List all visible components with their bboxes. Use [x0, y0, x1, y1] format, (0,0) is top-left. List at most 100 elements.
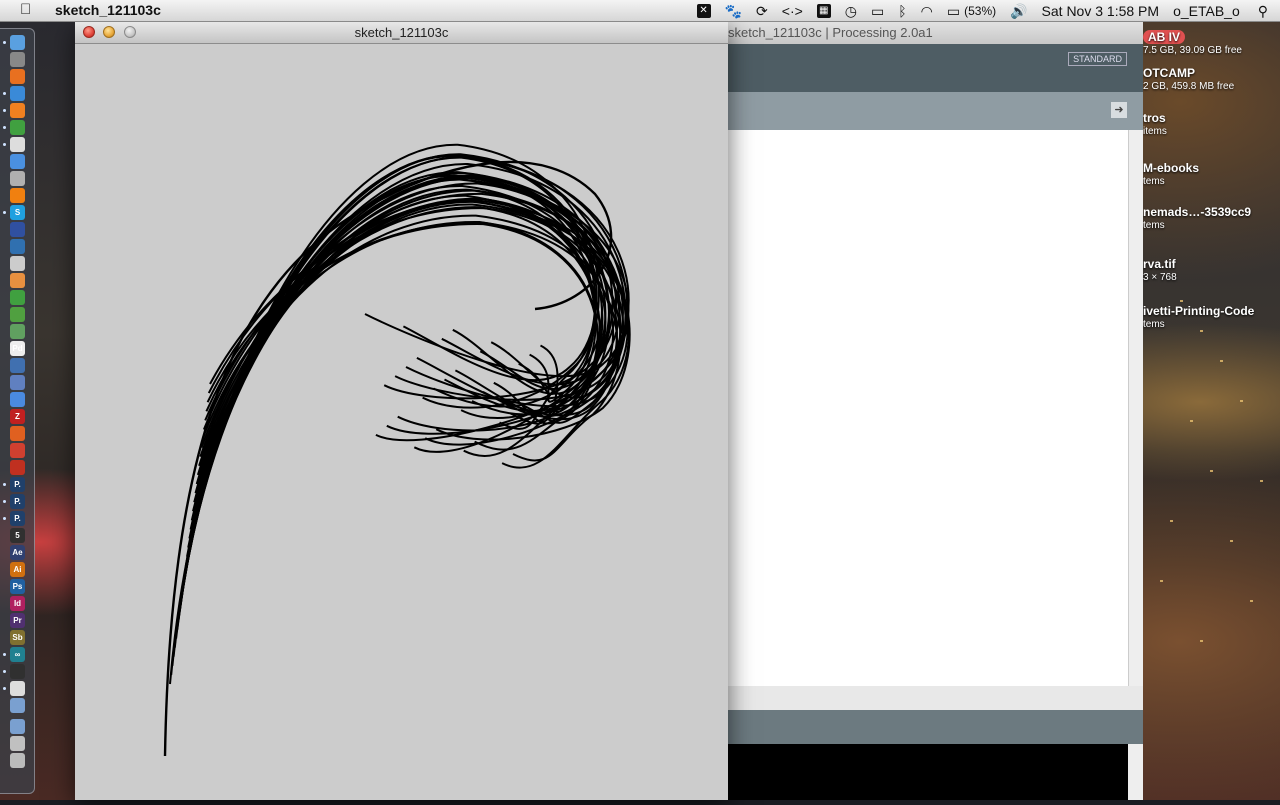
spotlight-icon[interactable]: ⚲: [1258, 3, 1268, 20]
building-light: [1220, 360, 1223, 362]
burn-icon[interactable]: [10, 273, 25, 288]
pages-icon[interactable]: [10, 103, 25, 118]
console-area[interactable]: [728, 744, 1128, 800]
system-prefs-icon[interactable]: [10, 52, 25, 67]
five-icon[interactable]: 5: [10, 528, 25, 543]
wifi-icon[interactable]: ◠: [921, 3, 933, 20]
curve-stroke: [188, 199, 607, 539]
desktop-item[interactable]: rva.tif 3 × 768: [1143, 257, 1177, 283]
desktop-item-info: items: [1143, 126, 1167, 137]
acrobat-icon[interactable]: [10, 460, 25, 475]
arduino-icon[interactable]: ∞: [10, 647, 25, 662]
building-light: [1190, 420, 1193, 422]
battery-percent: (53%): [964, 4, 997, 18]
clock[interactable]: Sat Nov 3 1:58 PM: [1042, 3, 1160, 19]
finder-icon[interactable]: [10, 35, 25, 50]
sync-icon[interactable]: ⟳: [756, 3, 768, 20]
processing-icon-2[interactable]: P.: [10, 494, 25, 509]
documents-folder-icon[interactable]: [10, 719, 25, 734]
desktop-item[interactable]: OTCAMP 2 GB, 459.8 MB free: [1143, 66, 1234, 92]
filezilla-icon[interactable]: Z: [10, 409, 25, 424]
building-light: [1170, 520, 1173, 522]
itunes-icon[interactable]: [10, 154, 25, 169]
bluetooth-icon[interactable]: ᛒ: [898, 3, 906, 19]
editor-scrollbar[interactable]: [1128, 130, 1143, 686]
preview-icon[interactable]: [10, 375, 25, 390]
skype-icon[interactable]: S: [10, 205, 25, 220]
pd-icon[interactable]: Pd: [10, 341, 25, 356]
desktop-item-info: tems: [1143, 220, 1165, 231]
running-indicator: [3, 211, 6, 214]
desktop-item[interactable]: tros items: [1143, 111, 1167, 137]
activity-icon[interactable]: [10, 324, 25, 339]
soundbooth-icon[interactable]: Sb: [10, 630, 25, 645]
applications-folder-icon[interactable]: [10, 698, 25, 713]
battery-icon[interactable]: ▭: [947, 3, 960, 20]
desktop-item[interactable]: AB IV 7.5 GB, 39.09 GB free: [1143, 30, 1242, 56]
desktop-item[interactable]: nemads…-3539cc9 tems: [1143, 205, 1251, 231]
code-editor[interactable]: [728, 130, 1128, 686]
editor-titlebar[interactable]: sketch_121103c | Processing 2.0a1: [700, 22, 1143, 44]
mosaic-icon[interactable]: ▦: [816, 4, 831, 18]
paw-icon[interactable]: 🐾: [725, 3, 742, 20]
vlc-icon[interactable]: [10, 188, 25, 203]
code-brackets-icon[interactable]: <·>: [782, 3, 803, 19]
tab-menu-arrow-icon[interactable]: ➜: [1111, 102, 1127, 118]
building-light: [1240, 400, 1243, 402]
desktop-item[interactable]: M-ebooks tems: [1143, 161, 1199, 187]
trash-icon[interactable]: [10, 753, 25, 768]
desktop-item-info: 7.5 GB, 39.09 GB free: [1143, 45, 1242, 56]
network-icon[interactable]: [10, 222, 25, 237]
building-light: [1260, 480, 1263, 482]
running-indicator: [3, 687, 6, 690]
launchpad-icon[interactable]: [10, 358, 25, 373]
indesign-icon[interactable]: Id: [10, 596, 25, 611]
desktop-item-info: 2 GB, 459.8 MB free: [1143, 81, 1235, 92]
running-indicator: [3, 653, 6, 656]
app-menu-name[interactable]: sketch_121103c: [55, 2, 161, 18]
cyberduck-icon[interactable]: [10, 307, 25, 322]
script-icon[interactable]: [10, 681, 25, 696]
drive-icon[interactable]: [10, 239, 25, 254]
grapher-icon[interactable]: [10, 290, 25, 305]
after-effects-icon[interactable]: Ae: [10, 545, 25, 560]
textedit-icon[interactable]: [10, 256, 25, 271]
building-light: [1180, 300, 1183, 302]
volume-icon[interactable]: 🔊: [1010, 3, 1027, 20]
apple-menu-icon[interactable]: : [20, 1, 31, 18]
running-indicator: [3, 143, 6, 146]
sketch-canvas[interactable]: [75, 44, 728, 800]
downloads-icon[interactable]: [10, 736, 25, 751]
firefox-icon[interactable]: [10, 69, 25, 84]
time-machine-icon[interactable]: ◷: [845, 3, 857, 20]
processing-icon-1[interactable]: P.: [10, 477, 25, 492]
user-menu[interactable]: o_ETAB_o: [1173, 3, 1240, 19]
processing-icon-3[interactable]: P.: [10, 511, 25, 526]
menu-extra-x-icon[interactable]: ✕: [696, 4, 711, 18]
curve-stroke: [170, 174, 617, 675]
premiere-icon[interactable]: Pr: [10, 613, 25, 628]
mail-icon[interactable]: [10, 137, 25, 152]
iphoto-icon[interactable]: [10, 171, 25, 186]
running-indicator: [3, 126, 6, 129]
desktop-item[interactable]: ivetti-Printing-Code tems: [1143, 304, 1254, 330]
photoshop-icon[interactable]: Ps: [10, 579, 25, 594]
chrome-icon[interactable]: [10, 120, 25, 135]
sketch-titlebar[interactable]: sketch_121103c: [75, 22, 728, 44]
curve-stroke: [183, 194, 596, 576]
console-scrollbar[interactable]: [1128, 744, 1143, 800]
message-area: [728, 710, 1143, 744]
curve-drawing: [163, 143, 631, 757]
mode-button[interactable]: STANDARD: [1068, 52, 1127, 66]
display-icon[interactable]: ▭: [871, 3, 884, 20]
terminal-icon[interactable]: [10, 664, 25, 679]
firefox-alt-icon[interactable]: [10, 426, 25, 441]
safari-icon[interactable]: [10, 86, 25, 101]
scrivener-icon[interactable]: [10, 443, 25, 458]
curve-stroke: [192, 203, 629, 512]
running-indicator: [3, 517, 6, 520]
menu-bar:  sketch_121103c ✕ 🐾 ⟳ <·> ▦ ◷ ▭ ᛒ ◠ ▭ (…: [0, 0, 1280, 22]
desktop-item-name: ivetti-Printing-Code: [1143, 304, 1255, 318]
illustrator-icon[interactable]: Ai: [10, 562, 25, 577]
ichat-icon[interactable]: [10, 392, 25, 407]
